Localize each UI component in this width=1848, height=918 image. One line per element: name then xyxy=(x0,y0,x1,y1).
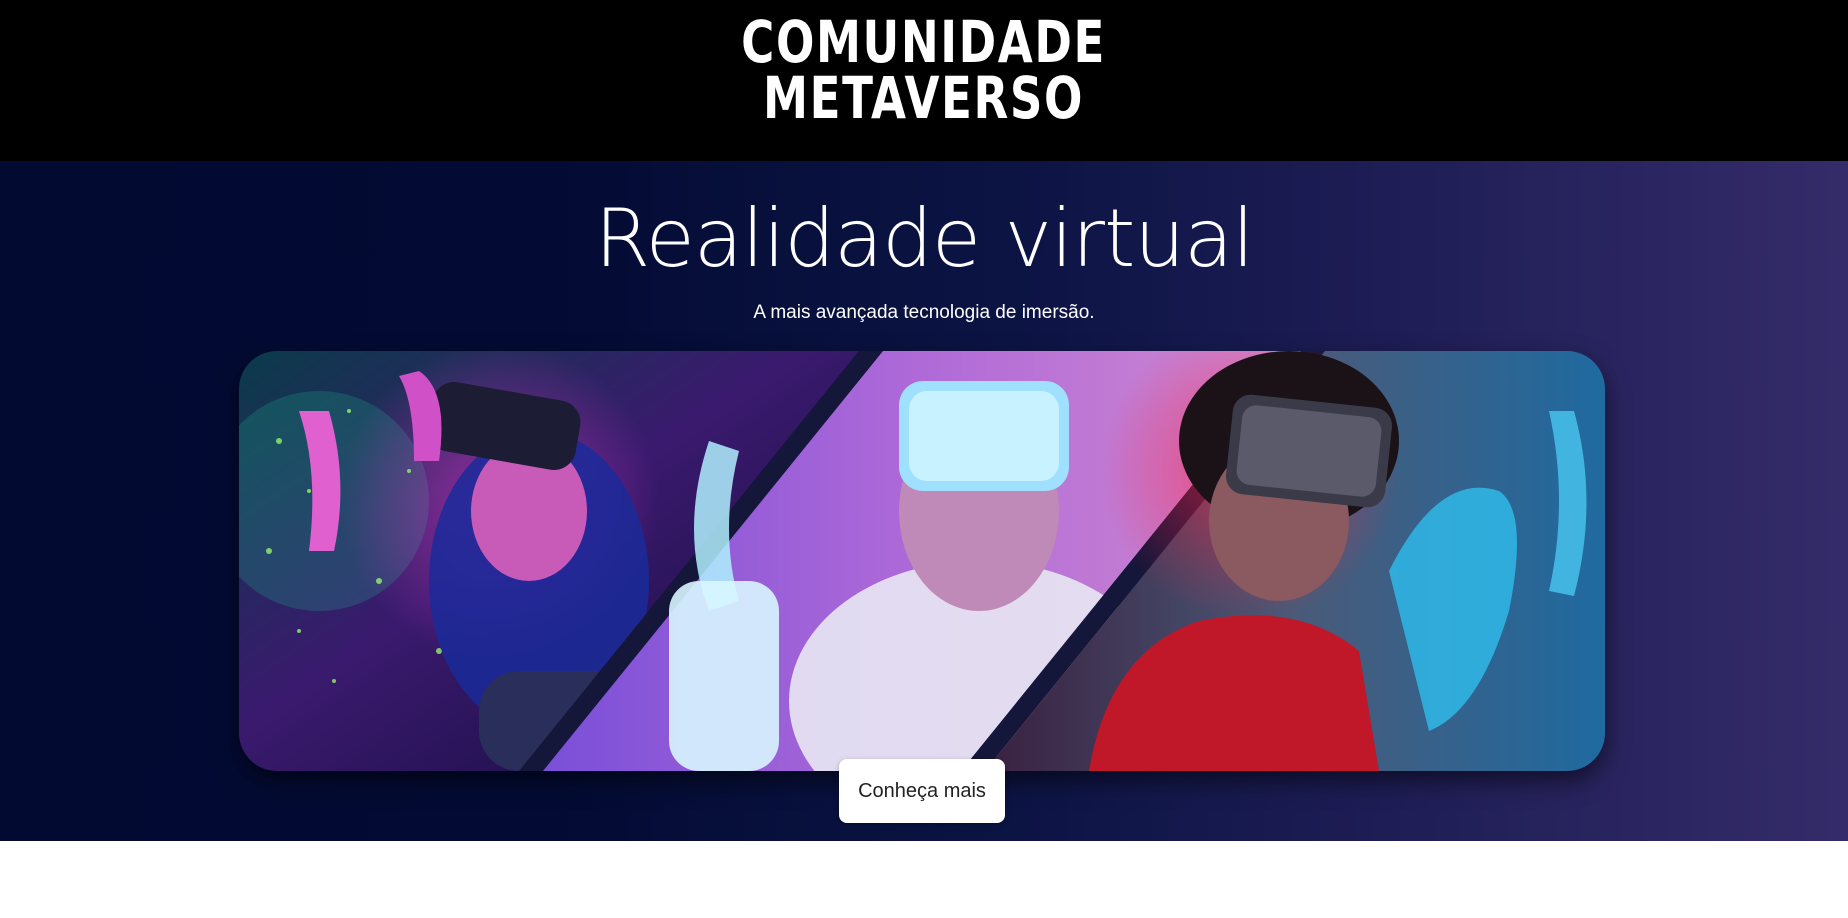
logo-line-2: METAVERSO xyxy=(763,64,1085,132)
top-bar: COMUNIDADE METAVERSO xyxy=(0,0,1848,161)
logo-line-1: COMUNIDADE xyxy=(741,8,1106,76)
hero-subtitle: A mais avançada tecnologia de imersão. xyxy=(753,302,1095,323)
hero-title: Realidade virtual xyxy=(594,192,1255,285)
hero-section: Realidade virtual A mais avançada tecnol… xyxy=(0,161,1848,841)
site-logo[interactable]: COMUNIDADE METAVERSO xyxy=(203,8,1644,132)
vr-banner-image xyxy=(239,351,1605,771)
learn-more-button[interactable]: Conheça mais xyxy=(839,759,1005,823)
